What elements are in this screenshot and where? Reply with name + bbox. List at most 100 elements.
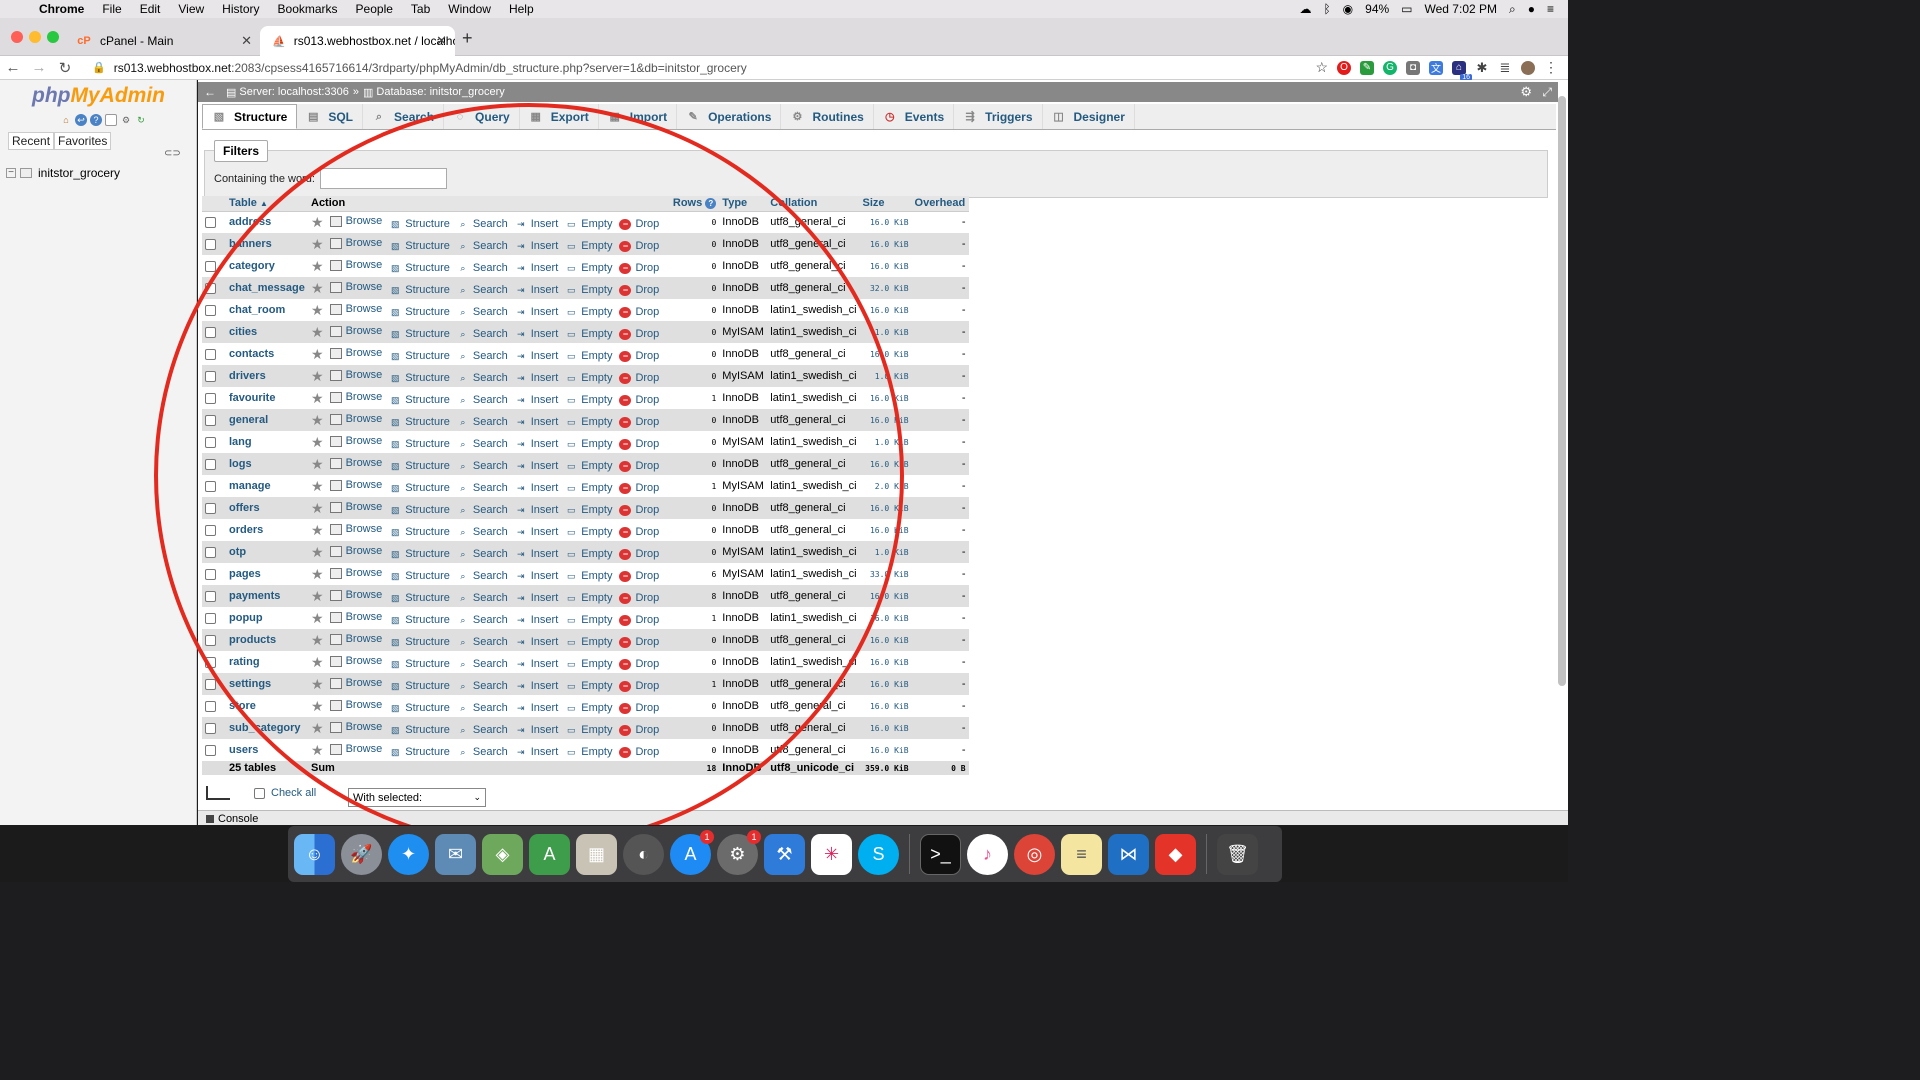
structure-action[interactable]: ▧ Structure xyxy=(389,592,450,604)
row-size[interactable]: 16.0 KiB xyxy=(859,585,912,607)
search-action[interactable]: ⌕ Search xyxy=(457,680,507,692)
row-checkbox[interactable] xyxy=(205,524,216,536)
check-all-checkbox[interactable] xyxy=(254,787,265,799)
browse-action[interactable]: Browse xyxy=(329,259,382,271)
anydesk-icon[interactable]: ◆ xyxy=(1155,833,1196,875)
browse-action[interactable]: Browse xyxy=(329,347,382,359)
table-name[interactable]: logs xyxy=(226,453,308,475)
menu-history[interactable]: History xyxy=(213,2,268,16)
extension-badge-icon[interactable]: ⌂ 16 xyxy=(1452,60,1472,81)
table-name[interactable]: favourite xyxy=(226,387,308,409)
collapse-nav-icon[interactable]: ← xyxy=(204,85,216,99)
empty-action[interactable]: ▭ Empty xyxy=(565,416,612,428)
tab-sql[interactable]: ▤ SQL xyxy=(297,104,364,129)
picker-extension-icon[interactable]: ✎ xyxy=(1360,60,1374,75)
camera-extension-icon[interactable]: ◘ xyxy=(1406,60,1420,75)
search-action[interactable]: ⌕ Search xyxy=(457,636,507,648)
drop-action[interactable]: − Drop xyxy=(619,284,659,296)
drop-action[interactable]: − Drop xyxy=(619,262,659,274)
favorite-star-icon[interactable]: ★ xyxy=(311,258,324,274)
row-size[interactable]: 16.0 KiB xyxy=(859,299,912,321)
structure-action[interactable]: ▧ Structure xyxy=(389,724,450,736)
row-checkbox[interactable] xyxy=(205,480,216,492)
table-name[interactable]: payments xyxy=(226,585,308,607)
empty-action[interactable]: ▭ Empty xyxy=(565,262,612,274)
structure-action[interactable]: ▧ Structure xyxy=(389,636,450,648)
empty-action[interactable]: ▭ Empty xyxy=(565,636,612,648)
favorites-button[interactable]: Favorites xyxy=(54,132,112,150)
close-tab-icon[interactable]: ✕ xyxy=(241,33,252,49)
browse-action[interactable]: Browse xyxy=(329,457,382,469)
table-name[interactable]: popup xyxy=(226,607,308,629)
puzzle-icon[interactable]: ✱ xyxy=(1475,60,1489,75)
bookmark-star-icon[interactable]: ☆ xyxy=(1315,59,1328,76)
search-action[interactable]: ⌕ Search xyxy=(457,614,507,626)
table-name[interactable]: rating xyxy=(226,651,308,673)
table-name[interactable]: address xyxy=(226,211,308,233)
empty-action[interactable]: ▭ Empty xyxy=(565,372,612,384)
empty-action[interactable]: ▭ Empty xyxy=(565,548,612,560)
table-name[interactable]: sub_category xyxy=(226,717,308,739)
chrome-menu-icon[interactable]: ⋮ xyxy=(1544,59,1558,76)
row-size[interactable]: 16.0 KiB xyxy=(859,387,912,409)
opera-extension-icon[interactable]: O xyxy=(1337,60,1351,75)
browse-action[interactable]: Browse xyxy=(329,281,382,293)
slack-icon[interactable]: ✳ xyxy=(811,833,852,875)
favorite-star-icon[interactable]: ★ xyxy=(311,456,324,472)
search-action[interactable]: ⌕ Search xyxy=(457,240,507,252)
vscode-icon[interactable]: ⋈ xyxy=(1108,833,1149,875)
row-checkbox[interactable] xyxy=(205,304,216,316)
favorite-star-icon[interactable]: ★ xyxy=(311,302,324,318)
tab-routines[interactable]: ⚙ Routines xyxy=(781,104,874,129)
row-size[interactable]: 16.0 KiB xyxy=(859,255,912,277)
menu-view[interactable]: View xyxy=(169,2,213,16)
drop-action[interactable]: − Drop xyxy=(619,328,659,340)
with-selected-select[interactable]: With selected: ⌄ xyxy=(348,788,486,807)
tab-query[interactable]: ◌ Query xyxy=(444,104,520,129)
empty-action[interactable]: ▭ Empty xyxy=(565,284,612,296)
browse-action[interactable]: Browse xyxy=(329,413,382,425)
zoom-window-button[interactable] xyxy=(47,31,59,43)
search-action[interactable]: ⌕ Search xyxy=(457,460,507,472)
notes-icon[interactable]: ≡ xyxy=(1061,833,1102,875)
app-store-icon[interactable]: A1 xyxy=(670,829,714,875)
structure-action[interactable]: ▧ Structure xyxy=(389,482,450,494)
row-checkbox[interactable] xyxy=(205,634,216,646)
empty-action[interactable]: ▭ Empty xyxy=(565,240,612,252)
menu-edit[interactable]: Edit xyxy=(131,2,170,16)
structure-action[interactable]: ▧ Structure xyxy=(389,394,450,406)
row-checkbox[interactable] xyxy=(205,744,216,756)
collapse-icon[interactable]: − xyxy=(6,168,16,178)
insert-action[interactable]: ⇥ Insert xyxy=(515,262,558,274)
calculator-icon[interactable]: ▦ xyxy=(576,833,617,875)
table-name[interactable]: cities xyxy=(226,321,308,343)
search-action[interactable]: ⌕ Search xyxy=(457,658,507,670)
back-icon[interactable]: ← xyxy=(0,59,26,76)
itunes-icon[interactable]: ♪ xyxy=(967,833,1008,875)
recent-button[interactable]: Recent xyxy=(8,132,55,150)
search-action[interactable]: ⌕ Search xyxy=(457,372,507,384)
row-size[interactable]: 1.0 KiB xyxy=(859,321,912,343)
bluetooth-icon[interactable]: ᛒ xyxy=(1323,2,1330,16)
home-icon[interactable]: ⌂ xyxy=(60,114,72,126)
safari-icon[interactable]: ✦ xyxy=(388,833,429,875)
browse-action[interactable]: Browse xyxy=(329,743,382,755)
console-bar[interactable]: Console xyxy=(198,810,1568,826)
insert-action[interactable]: ⇥ Insert xyxy=(515,702,558,714)
row-size[interactable]: 16.0 KiB xyxy=(859,343,912,365)
empty-action[interactable]: ▭ Empty xyxy=(565,350,612,362)
control-center-icon[interactable]: ≡ xyxy=(1547,2,1554,16)
insert-action[interactable]: ⇥ Insert xyxy=(515,350,558,362)
structure-action[interactable]: ▧ Structure xyxy=(389,504,450,516)
favorite-star-icon[interactable]: ★ xyxy=(311,346,324,362)
browse-action[interactable]: Browse xyxy=(329,479,382,491)
row-checkbox[interactable] xyxy=(205,458,216,470)
header-overhead[interactable]: Overhead xyxy=(911,196,969,212)
drop-action[interactable]: − Drop xyxy=(619,592,659,604)
maps-icon[interactable]: ◈ xyxy=(482,833,523,875)
row-checkbox[interactable] xyxy=(205,590,216,602)
table-name[interactable]: pages xyxy=(226,563,308,585)
browse-action[interactable]: Browse xyxy=(329,215,382,227)
row-checkbox[interactable] xyxy=(205,722,216,734)
row-checkbox[interactable] xyxy=(205,568,216,580)
